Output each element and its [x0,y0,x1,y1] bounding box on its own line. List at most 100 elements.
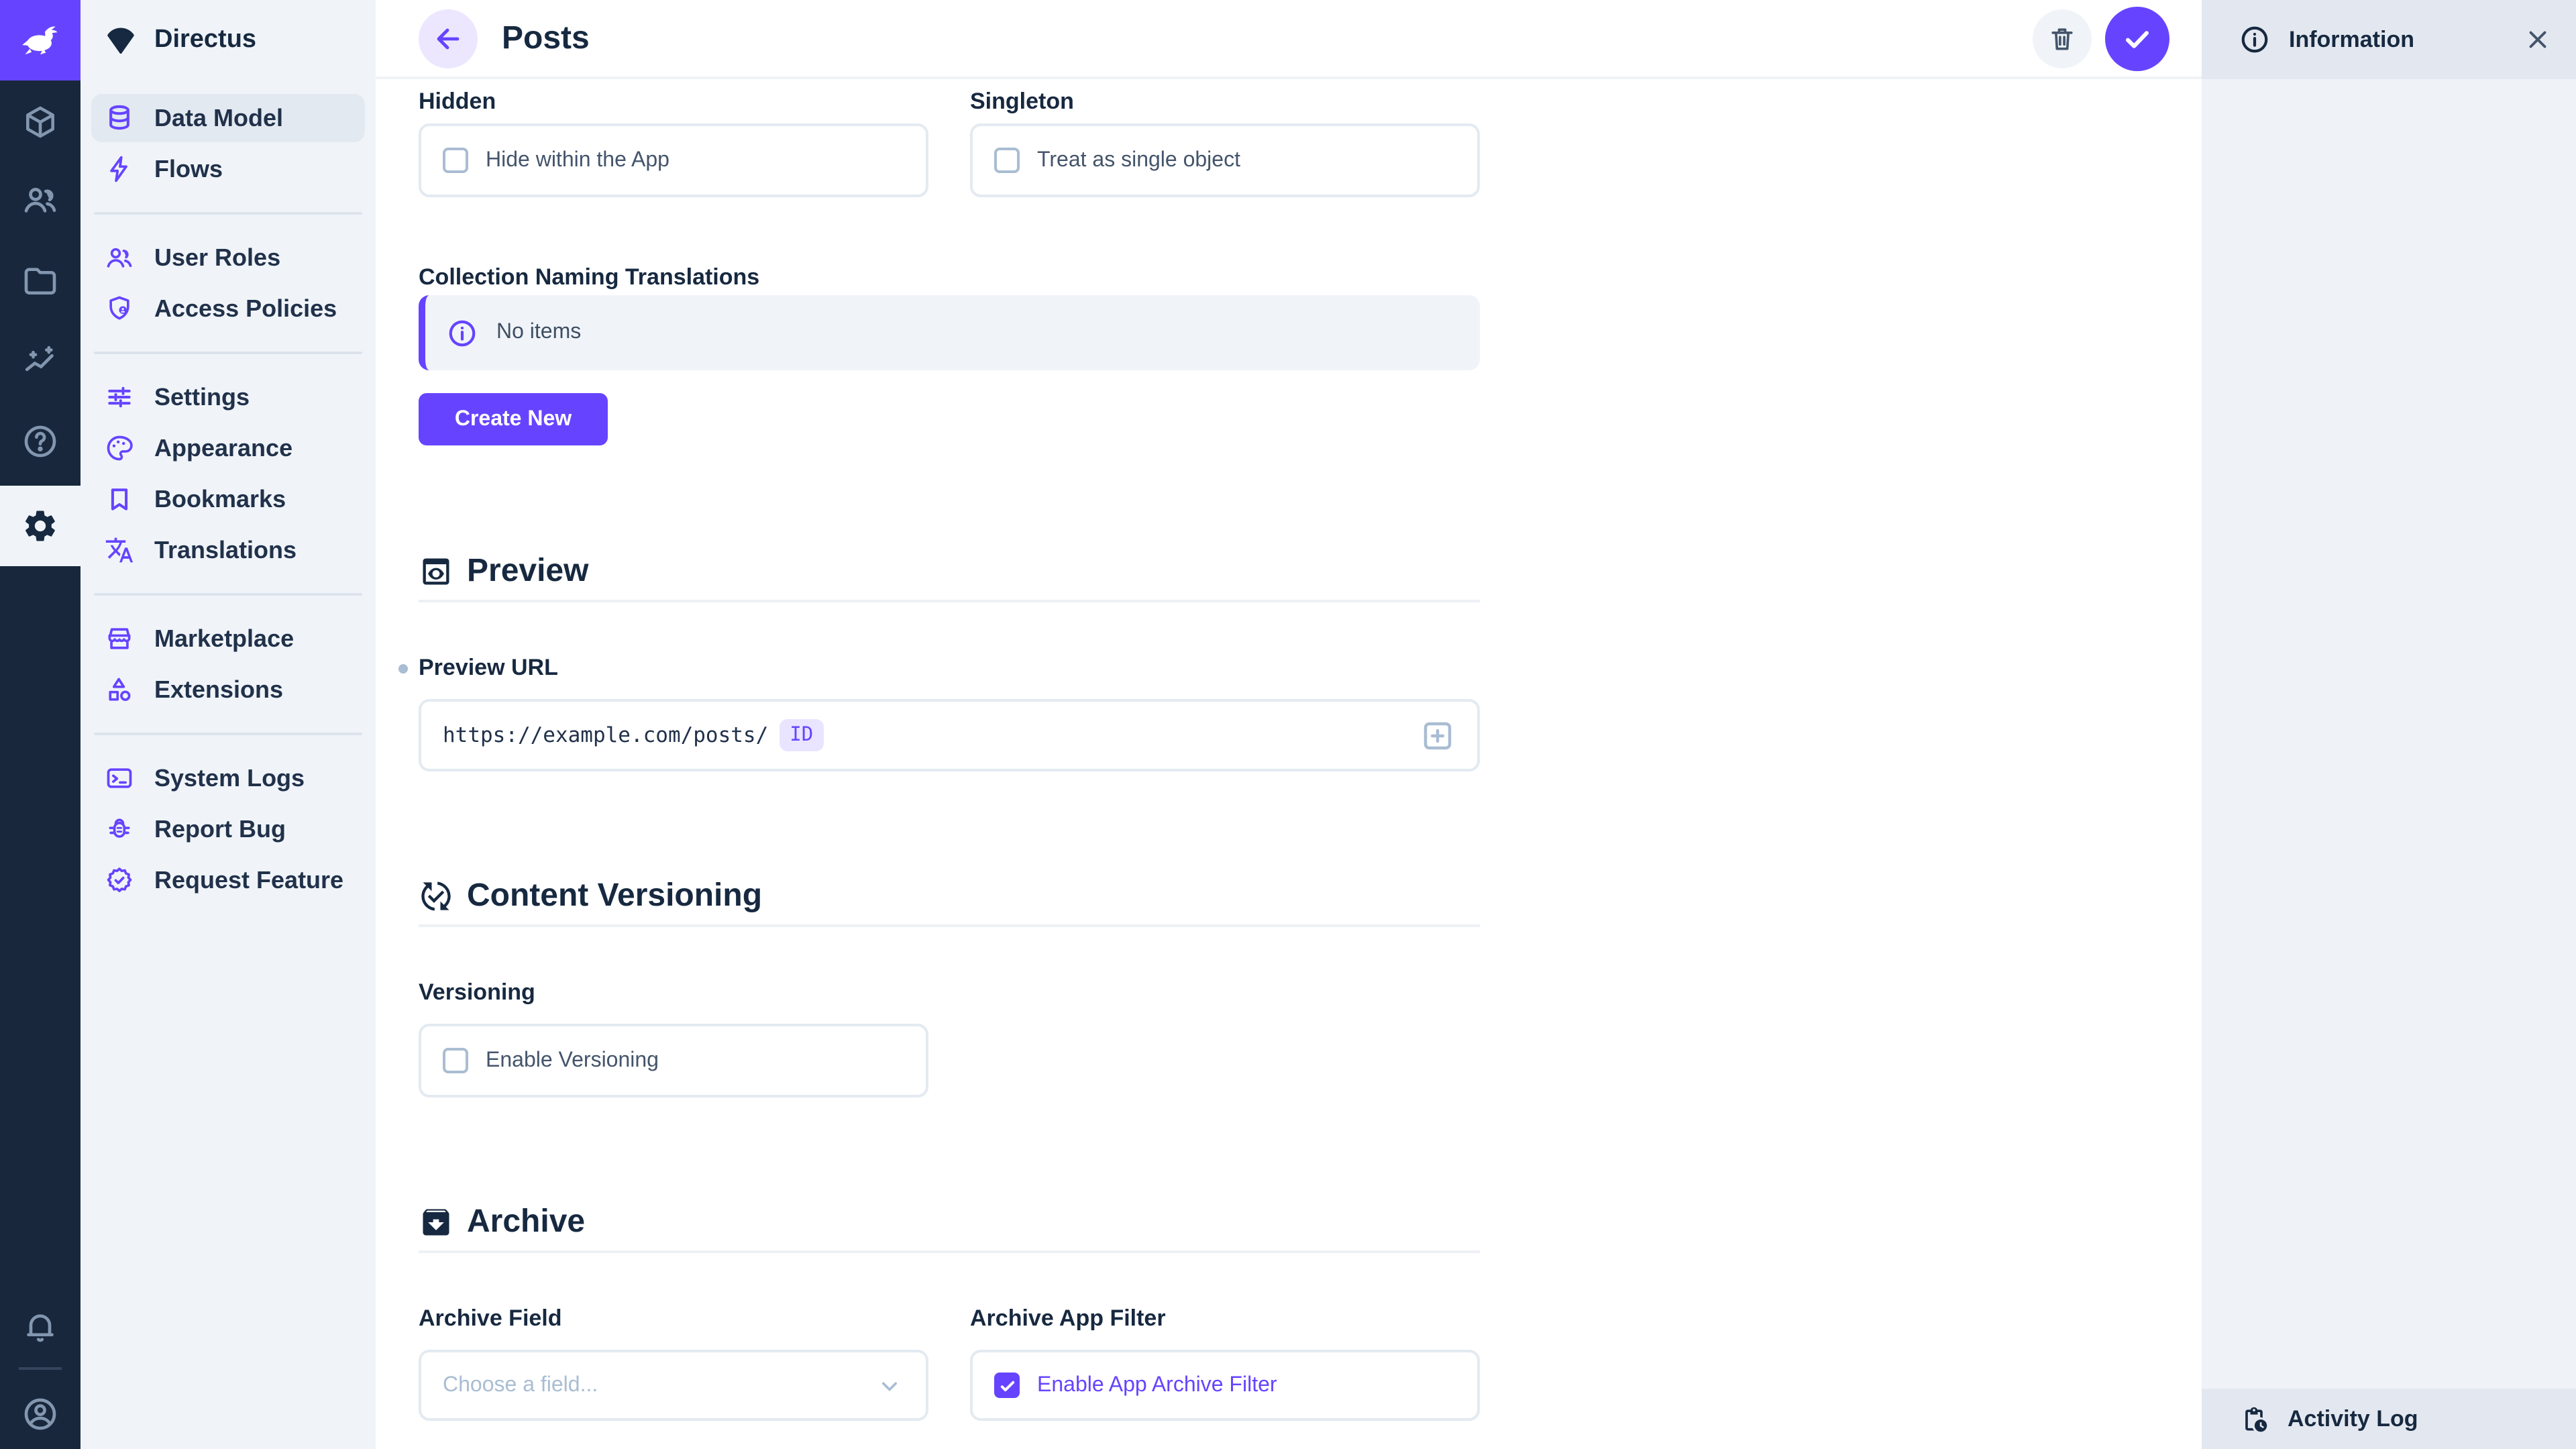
archive-filter-checkbox[interactable] [994,1373,1020,1398]
nav-item-system-logs[interactable]: System Logs [91,754,365,802]
nav-item-flows[interactable]: Flows [91,145,365,193]
module-docs-button[interactable] [0,401,80,482]
nav-item-appearance[interactable]: Appearance [91,424,365,472]
form-row-labels: Hidden Singleton [419,89,1480,115]
hidden-checkbox-field[interactable]: Hide within the App [419,123,928,197]
module-settings-button[interactable] [0,486,80,566]
users-icon [21,181,59,219]
module-users-button[interactable] [0,160,80,240]
nav-divider [94,733,362,735]
bug-icon [103,813,136,845]
palette-icon [103,432,136,464]
delete-button[interactable] [2033,9,2092,68]
archive-labels-row: Archive Field Archive App Filter [419,1305,1480,1332]
nav-item-marketplace[interactable]: Marketplace [91,614,365,663]
close-icon [2524,25,2552,54]
id-field-chip[interactable]: ID [779,719,824,751]
nav-item-access-policies[interactable]: Access Policies [91,284,365,333]
versioning-field-row: Enable Versioning [419,1024,1480,1097]
nav-item-label: Extensions [154,676,283,704]
module-insights-button[interactable] [0,321,80,401]
module-files-button[interactable] [0,240,80,321]
singleton-checkbox[interactable] [994,148,1020,173]
content-versioning-icon [419,879,453,914]
user-roles-icon [103,241,136,274]
preview-url-label: Preview URL [419,655,558,680]
chevron-down-icon [875,1371,904,1400]
nav-item-translations[interactable]: Translations [91,526,365,574]
module-bar [0,0,80,1449]
create-new-button[interactable]: Create New [419,393,608,445]
directus-logo[interactable] [0,0,80,80]
archive-fields-row: Choose a field... Enable App Archive Fil… [419,1350,1480,1421]
add-field-button[interactable] [1419,717,1456,753]
nav-item-label: Request Feature [154,866,343,894]
naming-translations-label: Collection Naming Translations [419,264,1480,291]
nav-item-label: Report Bug [154,815,286,843]
versioning-checkbox-field[interactable]: Enable Versioning [419,1024,928,1097]
preview-url-input[interactable]: https://example.com/posts/ ID [419,699,1480,771]
module-bar-divider [19,1367,62,1370]
arrow-left-icon [432,22,464,54]
nav-item-label: Marketplace [154,625,294,653]
bolt-icon [103,153,136,185]
help-icon [21,423,59,460]
archive-filter-checkbox-label: Enable App Archive Filter [1037,1373,1277,1397]
save-button[interactable] [2105,6,2169,70]
nav-item-request-feature[interactable]: Request Feature [91,856,365,904]
shapes-icon [103,674,136,706]
nav-divider [94,593,362,596]
nav-item-report-bug[interactable]: Report Bug [91,805,365,853]
versioning-checkbox[interactable] [443,1048,468,1073]
preview-url-label-row: Preview URL [419,655,1480,682]
back-button[interactable] [419,9,478,68]
trash-icon [2047,23,2077,53]
add-box-icon [1419,717,1456,753]
archive-filter-checkbox-field[interactable]: Enable App Archive Filter [970,1350,1480,1421]
notifications-button[interactable] [0,1287,80,1367]
nav-item-data-model[interactable]: Data Model [91,94,365,142]
singleton-field-label: Singleton [970,89,1480,115]
singleton-checkbox-field[interactable]: Treat as single object [970,123,1480,197]
preview-section-title: Preview [467,553,588,590]
nav-item-label: Flows [154,155,223,183]
preview-url-value: https://example.com/posts/ [443,723,768,747]
edited-dot [398,664,408,674]
archive-section-heading: Archive [419,1203,1480,1241]
nav-divider [94,212,362,215]
check-icon [998,1376,1016,1395]
bookmark-icon [103,483,136,515]
archive-app-filter-label: Archive App Filter [970,1305,1480,1332]
shield-user-icon [103,292,136,325]
database-icon [103,102,136,134]
settings-nav-list: Data Model Flows User Roles [80,80,376,904]
nav-item-user-roles[interactable]: User Roles [91,233,365,282]
module-content-button[interactable] [0,82,80,162]
insights-icon [21,342,59,380]
account-button[interactable] [0,1374,80,1449]
translate-icon [103,534,136,566]
project-fan-icon [103,23,138,58]
section-divider [419,1250,1480,1253]
terminal-icon [103,762,136,794]
account-circle-icon [21,1395,59,1433]
nav-item-settings[interactable]: Settings [91,373,365,421]
close-sidebar-button[interactable] [2524,25,2552,54]
storefront-icon [103,623,136,655]
nav-item-bookmarks[interactable]: Bookmarks [91,475,365,523]
rabbit-logo-icon [17,17,63,63]
collection-settings-form: Hidden Singleton Hide within the App Tre… [376,79,1480,1421]
versioning-section-title: Content Versioning [467,877,762,915]
info-sidebar-header: Information [2202,0,2576,79]
hidden-checkbox[interactable] [443,148,468,173]
info-icon [447,317,478,348]
archive-field-select[interactable]: Choose a field... [419,1350,928,1421]
nav-divider [94,352,362,354]
activity-log-label: Activity Log [2288,1405,2418,1432]
activity-log-button[interactable]: Activity Log [2202,1389,2576,1449]
info-icon [2239,24,2270,55]
archive-field-label: Archive Field [419,1305,928,1332]
nav-item-extensions[interactable]: Extensions [91,665,365,714]
main-content: Posts Hidden Singleton [376,0,2202,1449]
project-header[interactable]: Directus [80,0,376,80]
